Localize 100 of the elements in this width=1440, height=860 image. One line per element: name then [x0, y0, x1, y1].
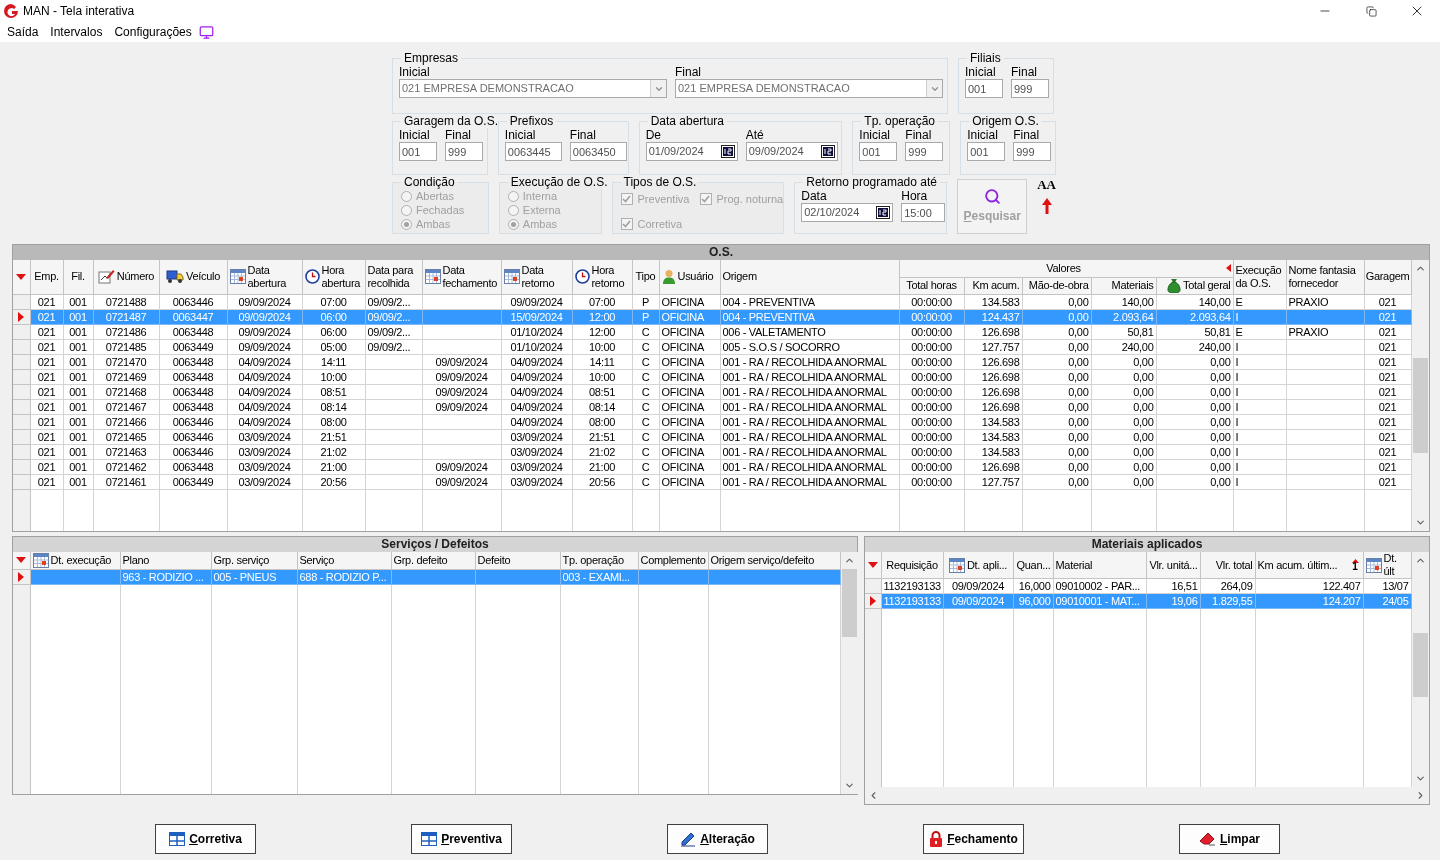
column-header[interactable]: Hora retorno — [572, 260, 632, 294]
menu-item[interactable]: Intervalos — [44, 23, 109, 41]
column-header[interactable]: Vlr. unitá... — [1146, 552, 1200, 579]
calendar-icon[interactable] — [876, 206, 891, 219]
table-cell: 124.437 — [964, 309, 1022, 324]
table-cell: 0063448 — [159, 399, 227, 414]
date-field[interactable]: 01/09/2024 — [645, 142, 738, 161]
table-cell: 10:00 — [302, 369, 365, 384]
table-cell: 03/09/2024 — [501, 459, 572, 474]
column-header[interactable]: Defeito — [475, 552, 560, 569]
column-header[interactable]: Origem — [720, 260, 899, 294]
table-cell: 0,00 — [1091, 444, 1156, 459]
text-field[interactable]: 999 — [445, 142, 483, 161]
table-cell: C — [632, 459, 659, 474]
calendar-icon[interactable] — [720, 145, 735, 158]
column-header[interactable]: Grp. serviço — [211, 552, 297, 569]
text-field[interactable]: 001 — [965, 79, 1003, 98]
table-cell: 021 — [1364, 309, 1411, 324]
column-header[interactable]: Garagem — [1364, 260, 1411, 294]
date-input[interactable]: 02/10/2024 — [802, 204, 877, 221]
column-header[interactable]: Emp. — [30, 260, 63, 294]
column-header[interactable]: Veículo — [159, 260, 227, 294]
text-field[interactable]: 0063445 — [504, 142, 562, 161]
text-field[interactable]: 0063450 — [569, 142, 627, 161]
scroll-down-icon[interactable] — [1414, 517, 1426, 528]
column-header[interactable]: Dt. apli... — [943, 552, 1013, 579]
dropdown-input[interactable]: 021 EMPRESA DEMONSTRACAO — [400, 80, 650, 97]
column-header[interactable]: Km acum. últim... 1 — [1255, 552, 1363, 579]
column-header[interactable]: Dt. últ — [1363, 552, 1411, 579]
table-cell: I — [1233, 459, 1286, 474]
arrow-up-icon[interactable] — [1041, 198, 1052, 214]
date-field[interactable]: 02/10/2024 — [801, 203, 894, 222]
table-cell: 0721485 — [93, 339, 159, 354]
action-button[interactable]: Alteração — [667, 823, 768, 854]
dropdown-input[interactable]: 021 EMPRESA DEMONSTRACAO — [676, 80, 926, 97]
column-group-header[interactable]: Valores — [899, 260, 1233, 277]
text-field[interactable]: 001 — [967, 142, 1006, 161]
menu-item[interactable]: Configurações — [108, 23, 198, 41]
scroll-down-icon[interactable] — [843, 780, 855, 791]
action-button[interactable]: Fechamento — [923, 823, 1024, 854]
column-header[interactable]: Grp. defeito — [391, 552, 475, 569]
column-header[interactable]: Tp. operação — [560, 552, 638, 569]
date-input[interactable]: 01/09/2024 — [646, 143, 721, 160]
column-header[interactable]: Vlr. total — [1200, 552, 1255, 579]
dropdown-field[interactable]: 021 EMPRESA DEMONSTRACAO — [675, 79, 943, 98]
text-field[interactable]: 999 — [1011, 79, 1049, 98]
column-header[interactable]: Execução da O.S. — [1233, 260, 1286, 294]
column-header[interactable]: Dt. execução — [30, 552, 120, 569]
dropdown-field[interactable]: 021 EMPRESA DEMONSTRACAO — [399, 79, 667, 98]
text-field[interactable]: 999 — [905, 142, 944, 161]
column-header[interactable]: Origem serviço/defeito — [708, 552, 840, 569]
field-label: Final — [445, 128, 472, 142]
horizontal-scrollbar[interactable] — [865, 786, 1429, 804]
calendar-icon[interactable] — [820, 145, 835, 158]
column-header[interactable]: Quan... — [1013, 552, 1053, 579]
column-header[interactable]: Data retorno — [501, 260, 572, 294]
option-label: Externa — [522, 202, 561, 218]
column-header[interactable]: Requisição — [881, 552, 943, 579]
column-header[interactable]: Tipo — [632, 260, 659, 294]
action-button[interactable]: Preventiva — [411, 823, 512, 854]
column-header[interactable]: Serviço — [297, 552, 391, 569]
table-cell: 09/09/2... — [365, 309, 422, 324]
scrollbar-thumb[interactable] — [841, 569, 857, 637]
monitor-icon[interactable] — [198, 24, 214, 40]
column-header[interactable]: Data abertura — [227, 260, 302, 294]
action-button[interactable]: Corretiva — [155, 823, 256, 854]
column-header[interactable]: Data para recolhida — [365, 260, 422, 294]
table-cell: OFICINA — [659, 309, 720, 324]
column-header[interactable]: Complemento — [638, 552, 708, 569]
date-field[interactable]: 09/09/2024 — [745, 142, 838, 161]
table-cell: 021 — [1364, 384, 1411, 399]
restore-icon — [1365, 5, 1377, 17]
date-input[interactable]: 09/09/2024 — [746, 143, 821, 160]
table-cell: 08:00 — [572, 414, 632, 429]
row-header-corner[interactable] — [13, 260, 30, 294]
row-header-corner[interactable] — [865, 552, 881, 579]
text-field[interactable]: 999 — [1013, 142, 1052, 161]
row-header-corner[interactable] — [13, 552, 30, 569]
column-header[interactable]: Número — [93, 260, 159, 294]
column-header[interactable]: Fil. — [63, 260, 93, 294]
table-cell: 124.207 — [1255, 593, 1363, 609]
text-field[interactable]: 15:00 — [901, 203, 946, 222]
table-cell: 00:00:00 — [899, 294, 964, 309]
text-field[interactable]: 001 — [859, 142, 898, 161]
text-field[interactable]: 001 — [399, 142, 437, 161]
table-cell: 21:00 — [572, 459, 632, 474]
column-header[interactable]: Plano — [120, 552, 211, 569]
scrollbar-thumb[interactable] — [1412, 358, 1428, 453]
table-cell: 134.583 — [964, 444, 1022, 459]
action-button[interactable]: Limpar — [1179, 823, 1280, 854]
column-header[interactable]: Usuário — [659, 260, 720, 294]
column-header[interactable]: Nome fantasia fornecedor — [1286, 260, 1364, 294]
menu-item[interactable]: Saída — [1, 23, 45, 41]
column-header[interactable]: Material — [1053, 552, 1146, 579]
column-header[interactable]: Data fechamento — [422, 260, 501, 294]
table-cell: 06:00 — [302, 324, 365, 339]
column-header[interactable]: Hora abertura — [302, 260, 365, 294]
font-size-button[interactable]: AA — [1037, 178, 1056, 192]
scrollbar-thumb[interactable] — [1412, 633, 1428, 697]
table-cell: 001 - RA / RECOLHIDA ANORMAL — [720, 459, 899, 474]
